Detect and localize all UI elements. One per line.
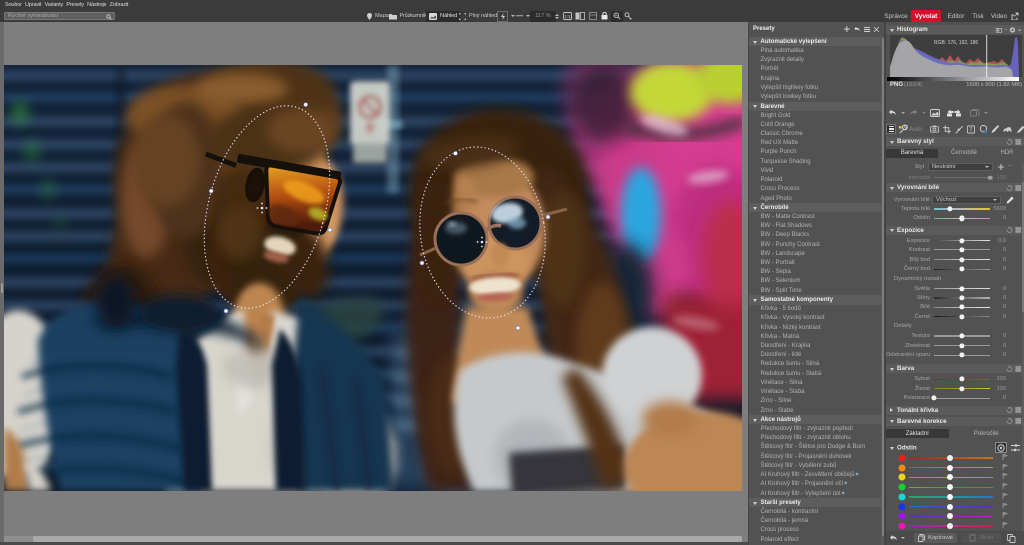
svg-text:1:1: 1:1 — [564, 14, 571, 19]
svg-text:T: T — [969, 127, 973, 133]
svg-text:RGB: 176, 192, 186: RGB: 176, 192, 186 — [934, 40, 978, 46]
